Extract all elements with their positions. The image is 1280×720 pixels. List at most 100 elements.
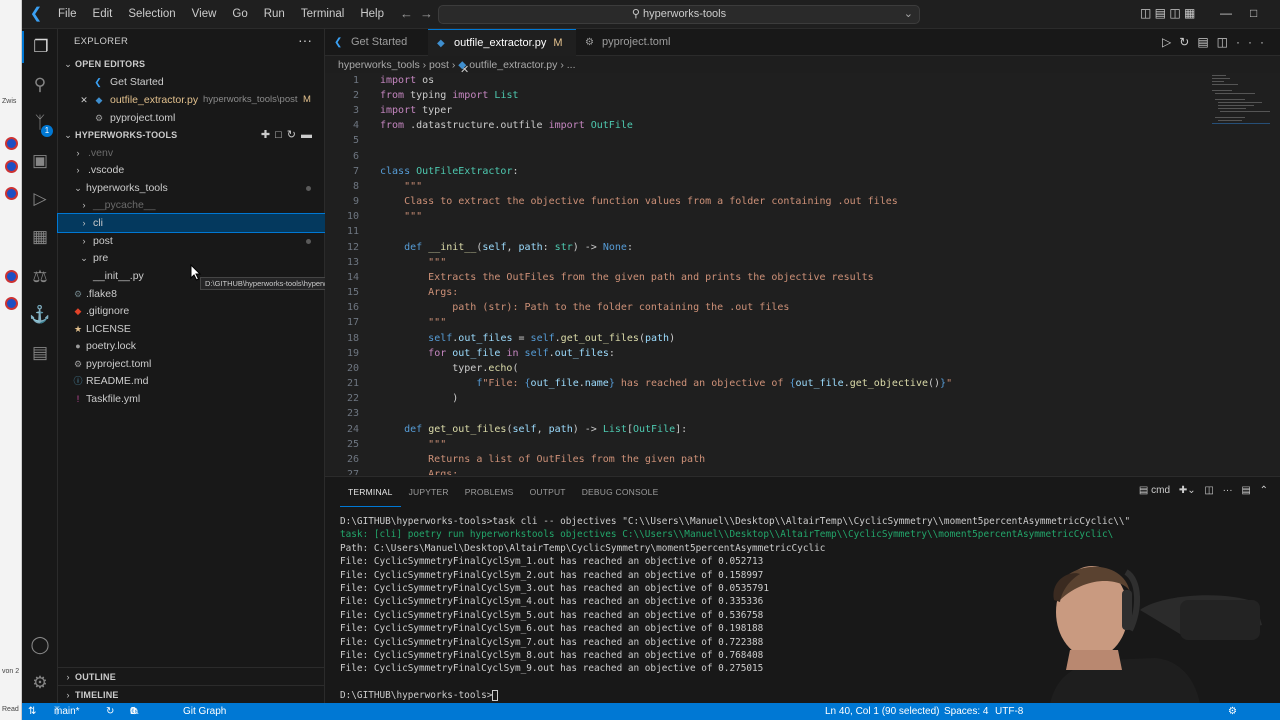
activity-bar: ❐ ⚲ ᛉ1 ▣ ▷ ▦ ⚖ ⚓ ▤ ◯ ⚙ <box>22 29 58 703</box>
vscode-file-icon: ❮ <box>94 77 102 87</box>
sync-icon[interactable]: ↻ <box>106 703 114 720</box>
tree-file[interactable]: ★ LICENSE <box>58 320 325 338</box>
cursor-position[interactable]: Ln 40, Col 1 (90 selected) <box>825 703 940 720</box>
more-actions-icon[interactable]: ··· <box>298 32 312 48</box>
account-icon[interactable]: ◯ <box>22 629 58 661</box>
line-number: 24 <box>346 424 359 435</box>
menu-help[interactable]: Help <box>352 0 392 29</box>
timeline-section[interactable]: › TIMELINE <box>58 685 325 703</box>
line-number: 26 <box>346 454 359 465</box>
back-arrow-icon[interactable]: ← <box>400 6 413 21</box>
tab-get-started[interactable]: ❮ Get Started <box>325 29 428 56</box>
search-icon[interactable]: ⚲ <box>22 69 58 101</box>
git-graph-button[interactable]: Git Graph <box>183 703 226 720</box>
chevron-up-icon[interactable]: ⌃ <box>1260 485 1268 496</box>
terminal-line: task: [cli] poetry run hyperworkstools o… <box>340 529 1114 541</box>
trash-icon[interactable]: ▤ <box>1241 485 1250 496</box>
minimap[interactable] <box>1212 73 1274 133</box>
tree-file[interactable]: ⓘ README.md <box>58 372 325 390</box>
menu-run[interactable]: Run <box>256 0 293 29</box>
tree-folder[interactable]: ⌄ hyperworks_tools <box>58 179 325 197</box>
files-icon[interactable]: ❐ <box>22 31 58 63</box>
tree-folder[interactable]: › .vscode <box>58 161 325 179</box>
code-editor[interactable]: 1 2 3 4 5 6 7 8 9 10 11 12 13 14 15 16 1… <box>325 73 1280 475</box>
layout-toggle-icons[interactable]: ◫ ▤ ◫ ▦ <box>1140 6 1195 20</box>
code-line: Args: <box>380 287 459 298</box>
breadcrumb-item[interactable]: hyperworks_tools <box>338 59 420 71</box>
new-terminal-icon[interactable]: ✚⌄ <box>1179 485 1196 496</box>
editor-actions-icons[interactable]: ▷↻▤◫··· <box>1162 35 1272 49</box>
tab-pyproject[interactable]: ⚙ pyproject.toml <box>576 29 694 56</box>
tree-folder[interactable]: › __pycache__ <box>58 196 325 214</box>
yaml-file-icon: ! <box>76 394 80 404</box>
remote-explorer-icon[interactable]: ▣ <box>22 145 58 177</box>
notifications-icon[interactable]: ⚙ <box>1228 703 1237 720</box>
tree-folder[interactable]: › post <box>58 232 325 250</box>
indentation-status[interactable]: Spaces: 4 <box>944 703 988 720</box>
database-icon[interactable]: ▤ <box>22 337 58 369</box>
git-file-icon: ◆ <box>74 306 82 316</box>
chevron-right-icon: › <box>76 148 80 158</box>
tab-debug-console[interactable]: DEBUG CONSOLE <box>574 477 667 507</box>
command-center-search[interactable]: ⚲ hyperworks-tools ⌄ <box>438 5 920 24</box>
close-icon[interactable]: ✕ <box>78 91 90 109</box>
chevron-down-icon: ⌄ <box>64 130 72 140</box>
forward-arrow-icon[interactable]: → <box>420 6 433 21</box>
settings-gear-icon[interactable]: ⚙ <box>22 667 58 699</box>
open-editor-item-active[interactable]: ✕ ◆ outfile_extractor.py hyperworks_tool… <box>58 91 325 109</box>
tab-jupyter[interactable]: JUPYTER <box>401 477 457 507</box>
mouse-cursor-icon <box>190 264 202 281</box>
tab-terminal[interactable]: TERMINAL <box>340 477 401 507</box>
docker-icon[interactable]: ⚓ <box>22 299 58 331</box>
open-editor-path: hyperworks_tools\post <box>203 94 298 105</box>
menu-selection[interactable]: Selection <box>120 0 183 29</box>
shell-name[interactable]: cmd <box>1151 485 1170 496</box>
line-number: 13 <box>346 257 359 268</box>
tab-output[interactable]: OUTPUT <box>522 477 574 507</box>
menu-terminal[interactable]: Terminal <box>293 0 352 29</box>
editor-tabs: ❮ Get Started ◆ outfile_extractor.py M ✕ ⚙… <box>325 29 1280 76</box>
tab-problems[interactable]: PROBLEMS <box>457 477 522 507</box>
encoding-status[interactable]: UTF-8 <box>995 703 1023 720</box>
open-editor-item[interactable]: ⚙ pyproject.toml <box>58 109 325 127</box>
tree-folder[interactable]: › .venv <box>58 144 325 162</box>
menu-file[interactable]: File <box>50 0 85 29</box>
breadcrumb-item[interactable]: ... <box>567 59 576 71</box>
open-editors-header[interactable]: ⌄ OPEN EDITORS <box>58 55 325 73</box>
code-line: from .datastructure.outfile import OutFi… <box>380 120 633 131</box>
tree-file[interactable]: ◆ .gitignore <box>58 302 325 320</box>
tree-file[interactable]: ! Taskfile.yml <box>58 390 325 408</box>
testing-icon[interactable]: ⚖ <box>22 261 58 293</box>
terminal-line: File: CyclicSymmetryFinalCyclSym_9.out h… <box>340 663 764 675</box>
menu-view[interactable]: View <box>184 0 225 29</box>
open-editor-item[interactable]: ❮ Get Started <box>58 73 325 91</box>
split-terminal-icon[interactable]: ◫ <box>1204 485 1213 496</box>
breadcrumb-item[interactable]: post <box>429 59 449 71</box>
tree-item-label: hyperworks_tools <box>86 182 168 194</box>
tree-folder-selected[interactable]: › cli <box>57 213 326 233</box>
terminal-output[interactable]: D:\GITHUB\hyperworks-tools>task cli -- o… <box>340 515 1130 702</box>
outline-section[interactable]: › OUTLINE <box>58 667 325 685</box>
tree-file[interactable]: ● poetry.lock <box>58 337 325 355</box>
run-debug-icon[interactable]: ▷ <box>22 183 58 215</box>
breadcrumb-item[interactable]: outfile_extractor.py <box>469 59 557 71</box>
webcam-overlay <box>1030 540 1280 720</box>
explorer-actions-icons[interactable]: ✚□↻▬ <box>261 126 317 144</box>
tree-item-label: .gitignore <box>86 305 130 317</box>
extensions-icon[interactable]: ▦ <box>22 221 58 253</box>
maximize-icon[interactable]: □ <box>1250 6 1257 20</box>
chevron-down-icon[interactable]: ⌄ <box>904 6 913 23</box>
menu-edit[interactable]: Edit <box>85 0 121 29</box>
minimize-icon[interactable]: — <box>1220 6 1232 20</box>
tab-outfile-extractor[interactable]: ◆ outfile_extractor.py M ✕ <box>428 29 576 76</box>
source-control-icon[interactable]: ᛉ1 <box>22 107 58 139</box>
menu-go[interactable]: Go <box>224 0 255 29</box>
tree-file[interactable]: ⚙ pyproject.toml <box>58 355 325 373</box>
more-actions-icon[interactable]: ··· <box>1223 485 1233 496</box>
line-number: 14 <box>346 272 359 283</box>
license-file-icon: ★ <box>73 324 83 334</box>
code-line: """ <box>380 181 423 192</box>
remote-icon[interactable]: ⇅ <box>28 703 36 720</box>
menu-bar: File Edit Selection View Go Run Terminal… <box>50 0 392 29</box>
project-header[interactable]: ⌄ HYPERWORKS-TOOLS ✚□↻▬ <box>58 126 325 144</box>
